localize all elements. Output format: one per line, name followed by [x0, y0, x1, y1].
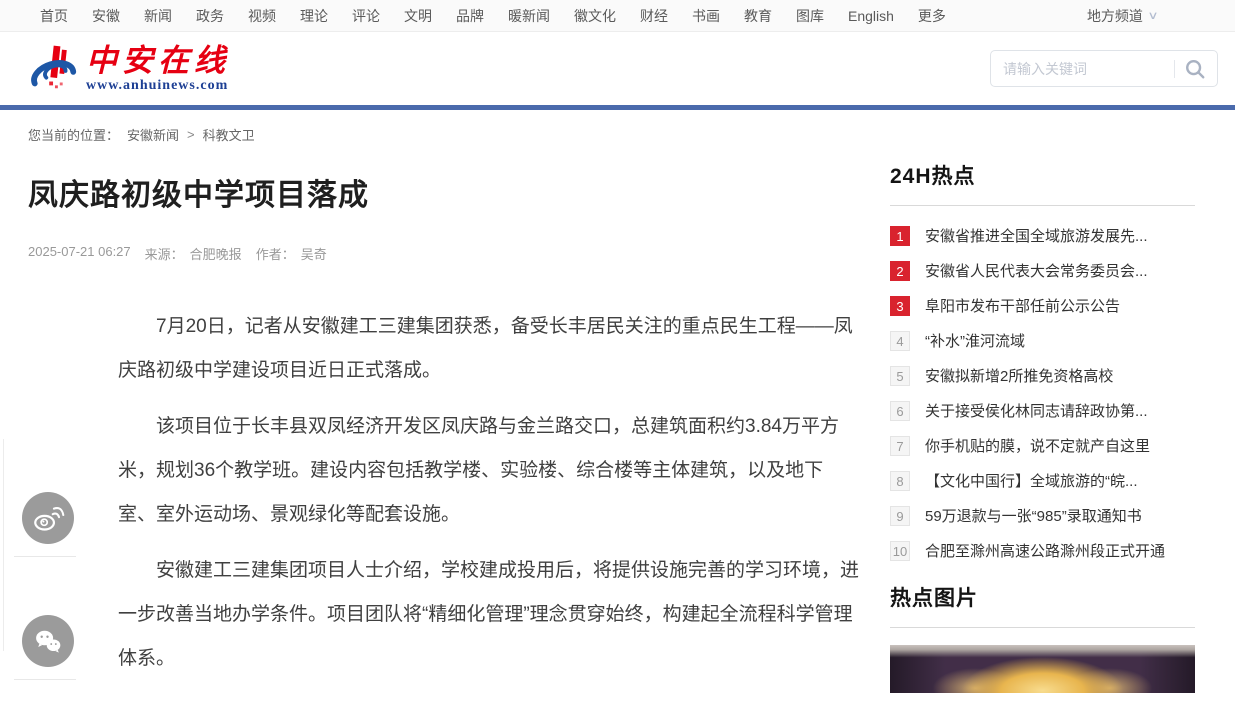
article-paragraph: 安徽建工三建集团项目人士介绍，学校建成投用后，将提供设施完善的学习环境，进一步改… [118, 549, 860, 681]
hot-item-title: 59万退款与一张“985”录取通知书 [925, 505, 1142, 526]
rank-badge: 8 [890, 471, 910, 491]
topnav-item[interactable]: 书画 [692, 6, 720, 26]
rank-badge: 6 [890, 401, 910, 421]
topnav-item[interactable]: 暖新闻 [508, 6, 550, 26]
topnav-item[interactable]: 政务 [196, 6, 224, 26]
site-logo[interactable]: 中安在线 www.anhuinews.com [28, 43, 230, 95]
share-divider [14, 679, 76, 680]
hot-list-item[interactable]: 3 阜阳市发布干部任前公示公告 [890, 288, 1195, 323]
rank-badge: 9 [890, 506, 910, 526]
weibo-icon [31, 501, 65, 535]
topnav-item[interactable]: English [848, 8, 894, 24]
share-toolbar [0, 434, 80, 680]
page: 首页安徽新闻政务视频理论评论文明品牌暖新闻徽文化财经书画教育图库English更… [0, 0, 1235, 702]
breadcrumb-section[interactable]: 安徽新闻 [127, 125, 179, 144]
breadcrumb-subsection[interactable]: 科教文卫 [203, 125, 255, 144]
topnav-item[interactable]: 评论 [352, 6, 380, 26]
hot-item-title: 安徽拟新增2所推免资格高校 [925, 365, 1113, 386]
share-wechat-button[interactable] [22, 615, 74, 667]
hot-item-title: 合肥至滁州高速公路滁州段正式开通 [925, 540, 1165, 561]
article-source: 合肥晚报 [190, 244, 242, 263]
hot-item-title: 安徽省人民代表大会常务委员会... [925, 260, 1148, 281]
hot-item-title: 关于接受侯化林同志请辞政协第... [925, 400, 1148, 421]
hot-list-item[interactable]: 8 【文化中国行】全域旅游的“皖... [890, 463, 1195, 498]
topnav-item[interactable]: 图库 [796, 6, 824, 26]
article-paragraph: 合肥晚报-合新闻记者 吴奇 [118, 693, 860, 702]
hot-section: 24H热点 1 安徽省推进全国全域旅游发展先... 2 安徽省人民代表大会常务委… [890, 160, 1195, 568]
topnav-item[interactable]: 安徽 [92, 6, 120, 26]
search-box [990, 50, 1218, 87]
hot-list-item[interactable]: 1 安徽省推进全国全域旅游发展先... [890, 218, 1195, 253]
rank-badge: 4 [890, 331, 910, 351]
rank-badge: 5 [890, 366, 910, 386]
region-dropdown[interactable]: 地方频道 ∨ [1087, 6, 1157, 26]
article-title: 凤庆路初级中学项目落成 [28, 170, 880, 214]
logo-text: 中安在线 www.anhuinews.com [86, 45, 230, 95]
hot-section-title: 24H热点 [890, 160, 1195, 190]
main-content: 凤庆路初级中学项目落成 2025-07-21 06:27 来源： 合肥晚报 作者… [0, 144, 1235, 702]
hot-picture-thumbnail[interactable] [890, 645, 1195, 693]
pics-section-divider [890, 627, 1195, 628]
article-date: 2025-07-21 06:27 [28, 244, 131, 263]
hot-list-item[interactable]: 6 关于接受侯化林同志请辞政协第... [890, 393, 1195, 428]
hot-list-item[interactable]: 2 安徽省人民代表大会常务委员会... [890, 253, 1195, 288]
topnav-item[interactable]: 更多 [918, 6, 946, 26]
article-paragraph: 该项目位于长丰县双凤经济开发区凤庆路与金兰路交口，总建筑面积约3.84万平方米，… [118, 405, 860, 537]
pics-section: 热点图片 [890, 582, 1195, 693]
topnav-items: 首页 安徽 新闻 政务 视频 理论 评论 文明 品牌 暖新闻 徽文化 财经 书画 教育 图库 English 更… [40, 6, 946, 26]
share-divider [14, 556, 76, 557]
rank-badge: 3 [890, 296, 910, 316]
article-paragraph: 7月20日，记者从安徽建工三建集团获悉，备受长丰居民关注的重点民生工程——凤庆路… [118, 305, 860, 393]
source-label: 来源： [145, 244, 184, 263]
author-label: 作者： [256, 244, 295, 263]
topnav-item[interactable]: 徽文化 [574, 6, 616, 26]
wechat-icon [31, 624, 65, 658]
hot-item-title: 你手机贴的膜，说不定就产自这里 [925, 435, 1150, 456]
logo-url: www.anhuinews.com [86, 79, 230, 93]
breadcrumb-separator: > [187, 127, 195, 142]
top-navigation: 首页 安徽 新闻 政务 视频 理论 评论 文明 品牌 暖新闻 徽文化 财经 书画 教育 图库 English 更… [0, 0, 1235, 32]
hot-item-title: “补水”淮河流域 [925, 330, 1025, 351]
region-dropdown-label: 地方频道 [1087, 6, 1143, 26]
topnav-item[interactable]: 教育 [744, 6, 772, 26]
search-divider [1174, 60, 1175, 78]
topnav-item[interactable]: 首页 [40, 6, 68, 26]
topnav-item[interactable]: 新闻 [144, 6, 172, 26]
rank-badge: 7 [890, 436, 910, 456]
rank-badge: 2 [890, 261, 910, 281]
topnav-item[interactable]: 文明 [404, 6, 432, 26]
hot-list-item[interactable]: 9 59万退款与一张“985”录取通知书 [890, 498, 1195, 533]
search-icon [1184, 58, 1206, 80]
hot-list-item[interactable]: 7 你手机贴的膜，说不定就产自这里 [890, 428, 1195, 463]
topnav-item[interactable]: 品牌 [456, 6, 484, 26]
hot-list-item[interactable]: 10 合肥至滁州高速公路滁州段正式开通 [890, 533, 1195, 568]
article-author: 吴奇 [301, 244, 327, 263]
topnav-item[interactable]: 财经 [640, 6, 668, 26]
hot-list-item[interactable]: 5 安徽拟新增2所推免资格高校 [890, 358, 1195, 393]
hot-item-title: 安徽省推进全国全域旅游发展先... [925, 225, 1148, 246]
sidebar: 24H热点 1 安徽省推进全国全域旅游发展先... 2 安徽省人民代表大会常务委… [890, 144, 1195, 702]
share-weibo-button[interactable] [22, 492, 74, 544]
topnav-item[interactable]: 理论 [300, 6, 328, 26]
rank-badge: 10 [890, 541, 910, 561]
hot-list: 1 安徽省推进全国全域旅游发展先... 2 安徽省人民代表大会常务委员会... … [890, 218, 1195, 568]
breadcrumb: 您当前的位置： 安徽新闻 > 科教文卫 [0, 110, 1235, 144]
article-body: 7月20日，记者从安徽建工三建集团获悉，备受长丰居民关注的重点民生工程——凤庆路… [118, 305, 860, 702]
hot-item-title: 阜阳市发布干部任前公示公告 [925, 295, 1120, 316]
rank-badge: 1 [890, 226, 910, 246]
logo-title: 中安在线 [86, 45, 230, 76]
topnav-item[interactable]: 视频 [248, 6, 276, 26]
hot-item-title: 【文化中国行】全域旅游的“皖... [925, 470, 1138, 491]
search-input[interactable] [1003, 61, 1166, 77]
search-button[interactable] [1183, 57, 1207, 81]
article-meta: 2025-07-21 06:27 来源： 合肥晚报 作者： 吴奇 [28, 244, 880, 263]
hot-list-item[interactable]: 4 “补水”淮河流域 [890, 323, 1195, 358]
chevron-down-icon: ∨ [1147, 9, 1158, 22]
pics-section-title: 热点图片 [890, 582, 1195, 612]
anhuinews-logo-icon [28, 43, 80, 95]
site-header: 中安在线 www.anhuinews.com [0, 32, 1235, 105]
article-column: 凤庆路初级中学项目落成 2025-07-21 06:27 来源： 合肥晚报 作者… [0, 144, 880, 702]
hot-section-divider [890, 205, 1195, 206]
breadcrumb-label: 您当前的位置： [28, 125, 119, 144]
